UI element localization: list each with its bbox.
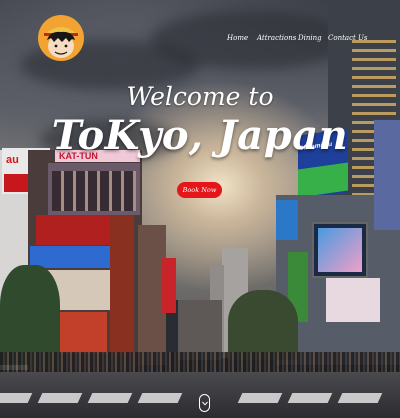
hero-welcome: Welcome to — [126, 82, 274, 111]
building-distant — [178, 300, 222, 360]
crosswalk-stripe — [137, 393, 183, 403]
billboard-photo — [48, 163, 140, 215]
blue-signboard — [30, 246, 110, 268]
crosswalk-stripe — [0, 393, 33, 403]
chevron-down-icon — [201, 401, 208, 406]
hero-title: ToKyo, Japan — [51, 112, 349, 159]
pink-billboard — [326, 278, 380, 322]
nav-dining[interactable]: Dining — [298, 34, 322, 42]
tree-left — [0, 265, 60, 365]
red-signboard — [36, 215, 116, 245]
crosswalk-stripe — [287, 393, 333, 403]
video-screen — [312, 222, 368, 278]
crosswalk-stripe — [87, 393, 133, 403]
red-vertical-sign — [162, 258, 176, 313]
crosswalk-stripe — [337, 393, 383, 403]
blue-vertical-sign — [276, 200, 298, 240]
vertical-sign — [110, 215, 134, 355]
book-now-button[interactable]: Book Now — [177, 182, 222, 198]
nav-attractions[interactable]: Attractions — [257, 34, 296, 42]
nav-contact-us[interactable]: Contact Us — [328, 34, 368, 42]
straw-hat-luffy-logo-icon[interactable] — [38, 15, 84, 61]
tree-right — [228, 290, 298, 360]
orange-signboard — [52, 312, 107, 354]
hero-background: au KAT-TUN Hisamitsu — [0, 0, 400, 418]
crosswalk-stripe — [37, 393, 83, 403]
scroll-down-button[interactable] — [199, 394, 210, 412]
crosswalk-stripe — [237, 393, 283, 403]
nav-home[interactable]: Home — [227, 34, 248, 42]
